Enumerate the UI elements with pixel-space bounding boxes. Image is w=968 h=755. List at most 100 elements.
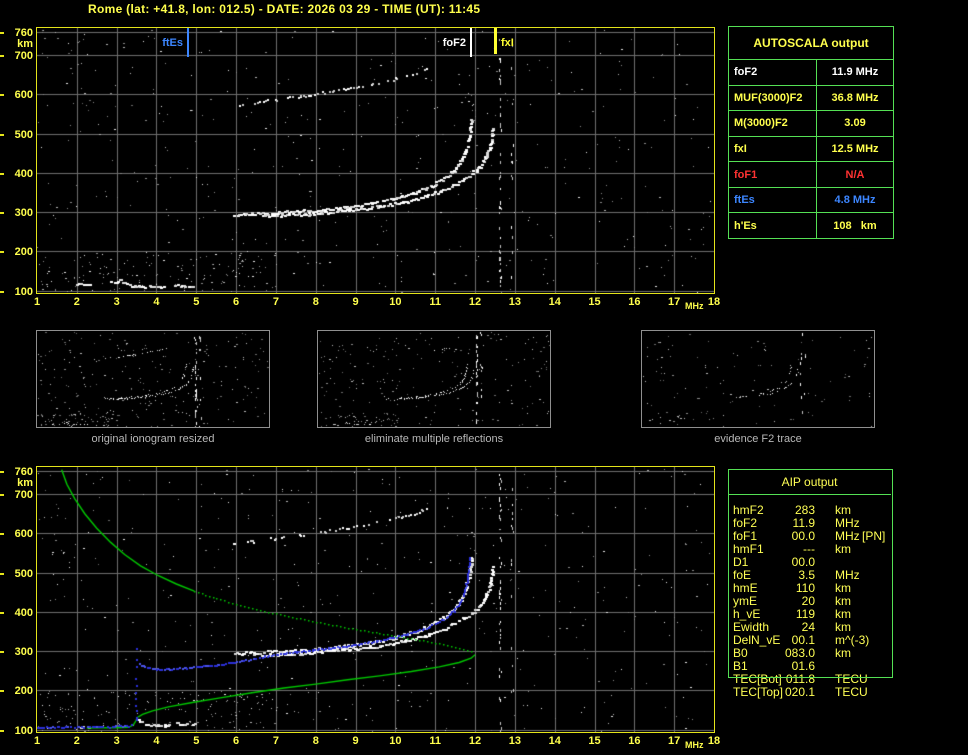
thumbnail-evidence-frame (641, 330, 875, 428)
x-tick-label: 2 (73, 735, 80, 747)
aip-row-unit: MHz (835, 515, 860, 530)
aip-row-unit: km (835, 580, 851, 595)
x-tick-label: 16 (628, 735, 641, 747)
aip-row: hmF1 --- km (728, 541, 893, 556)
bottom-ionogram-canvas (37, 467, 714, 732)
aip-row-unit: km (835, 541, 851, 556)
aip-row-unit: TECU (835, 684, 868, 699)
x-tick-label: 7 (272, 735, 279, 747)
y-tick-label: 300 (14, 207, 33, 220)
thumbnail-evidence-canvas (642, 331, 874, 427)
y-axis-tick (0, 172, 4, 175)
page-title: Rome (lat: +41.8, lon: 012.5) - DATE: 20… (88, 2, 481, 16)
y-tick-label: 700 (14, 50, 33, 63)
x-tick-label: 14 (548, 296, 561, 308)
aip-row-label: hmF1 (733, 541, 764, 556)
autoscala-row: MUF(3000)F2 36.8 MHz (729, 85, 893, 112)
y-axis-tick (0, 729, 4, 732)
y-tick-label: 700 (14, 489, 33, 502)
aip-row-value: 00.0 (791, 554, 815, 569)
y-tick-label: 760 (14, 26, 33, 39)
aip-row: foF1 00.0 MHz [PN] (728, 528, 893, 543)
autoscala-table-title: AUTOSCALA output (729, 27, 893, 60)
x-tick-label: 7 (272, 296, 279, 308)
y-axis-tick (0, 55, 4, 58)
x-tick-label: 2 (73, 296, 80, 308)
aip-row-value: 119 (795, 606, 815, 621)
x-tick-label: 6 (233, 296, 240, 308)
fof2-marker-label: foF2 (442, 37, 466, 49)
x-tick-label: 14 (548, 735, 561, 747)
fxi-marker-line (494, 28, 497, 54)
aip-row: TEC[Top] 020.1 TECU (728, 684, 893, 699)
x-tick-label: 9 (352, 735, 359, 747)
top-ionogram-frame (36, 27, 715, 294)
x-tick-label: 15 (588, 296, 601, 308)
aip-row: foE 3.5 MHz (728, 567, 893, 582)
aip-row-value: 00.1 (791, 632, 815, 647)
x-tick-label: 3 (113, 735, 120, 747)
x-tick-label: 17 (668, 296, 681, 308)
aip-row-value: 110 (795, 580, 815, 595)
thumbnail-original-frame (36, 330, 270, 428)
aip-row-label: hmE (733, 580, 758, 595)
aip-output-table: AIP output hmF2 283 km foF2 11.9 MHz foF1 00.0 M… (728, 469, 893, 709)
ftes-marker-label: ftEs (162, 37, 183, 49)
thumbnail-eliminate-frame (317, 330, 551, 428)
aip-row-label: foF2 (733, 515, 758, 530)
bottom-ionogram-frame (36, 466, 715, 733)
aip-row-unit: MHz (835, 528, 860, 543)
x-tick-label: 13 (508, 735, 521, 747)
y-axis-tick (0, 533, 4, 536)
y-axis-tick (0, 470, 4, 473)
x-tick-label: 5 (193, 296, 200, 308)
y-axis-tick (0, 251, 4, 254)
aip-row: hmE 110 km (728, 580, 893, 595)
fof2-marker-line (470, 28, 472, 57)
x-tick-label: 11 (429, 296, 442, 308)
aip-row: TEC[Bot] 011.8 TECU (728, 672, 893, 686)
x-tick-label: 17 (668, 735, 681, 747)
autoscala-row-label: h'Es (729, 213, 817, 239)
fxi-marker-label: fxI (501, 37, 514, 49)
y-axis-tick (0, 494, 4, 497)
y-axis-tick (0, 611, 4, 614)
aip-row-label: foE (733, 567, 752, 582)
y-axis-tick (0, 133, 4, 136)
y-tick-label: 200 (14, 246, 33, 259)
y-axis-tick (0, 572, 4, 575)
y-tick-label: 400 (14, 606, 33, 619)
aip-row: B1 01.6 (728, 659, 893, 673)
x-tick-label: 4 (153, 296, 160, 308)
y-axis-tick (0, 290, 4, 293)
autoscala-row-value: 36.8 MHz (831, 91, 879, 104)
x-tick-label: 5 (193, 735, 200, 747)
ftes-marker-line (187, 28, 189, 57)
x-tick-label: 12 (468, 296, 482, 308)
thumbnail-eliminate-caption: eliminate multiple reflections (364, 433, 504, 445)
aip-row-unit: m^(-3) (835, 632, 870, 647)
thumbnail-original-canvas (37, 331, 269, 427)
x-tick-label: 6 (233, 735, 240, 747)
aip-row-suffix: [PN] (862, 528, 886, 543)
aip-row: hmF2 283 km (728, 502, 893, 517)
y-tick-label: 200 (14, 685, 33, 698)
x-tick-label: 1 (33, 735, 41, 747)
autoscala-row-label: M(3000)F2 (729, 111, 817, 136)
autoscala-row-label: fxI (729, 136, 817, 162)
autoscala-row-value: 11.9 MHz (831, 66, 879, 79)
autoscala-table-rows: foF2 11.9 MHz MUF(3000)F2 36.8 MHz M(3000)F2… (729, 60, 893, 239)
autoscala-row: foF2 11.9 MHz (729, 60, 893, 86)
aip-row: D1 00.0 (728, 554, 893, 569)
aip-row-label: foF1 (733, 528, 758, 543)
x-tick-label: 13 (508, 296, 521, 308)
y-axis-tick (0, 31, 4, 34)
x-tick-label: 11 (429, 735, 442, 747)
x-tick-label: 16 (628, 296, 641, 308)
aip-row-value: 3.5 (798, 567, 815, 582)
aip-row: DelN_vE 00.1 m^(-3) (728, 632, 893, 647)
aip-row-value: 00.0 (791, 528, 815, 543)
top-ionogram-canvas (37, 28, 714, 293)
aip-row-unit: km (835, 502, 851, 517)
y-tick-label: 500 (14, 567, 33, 580)
